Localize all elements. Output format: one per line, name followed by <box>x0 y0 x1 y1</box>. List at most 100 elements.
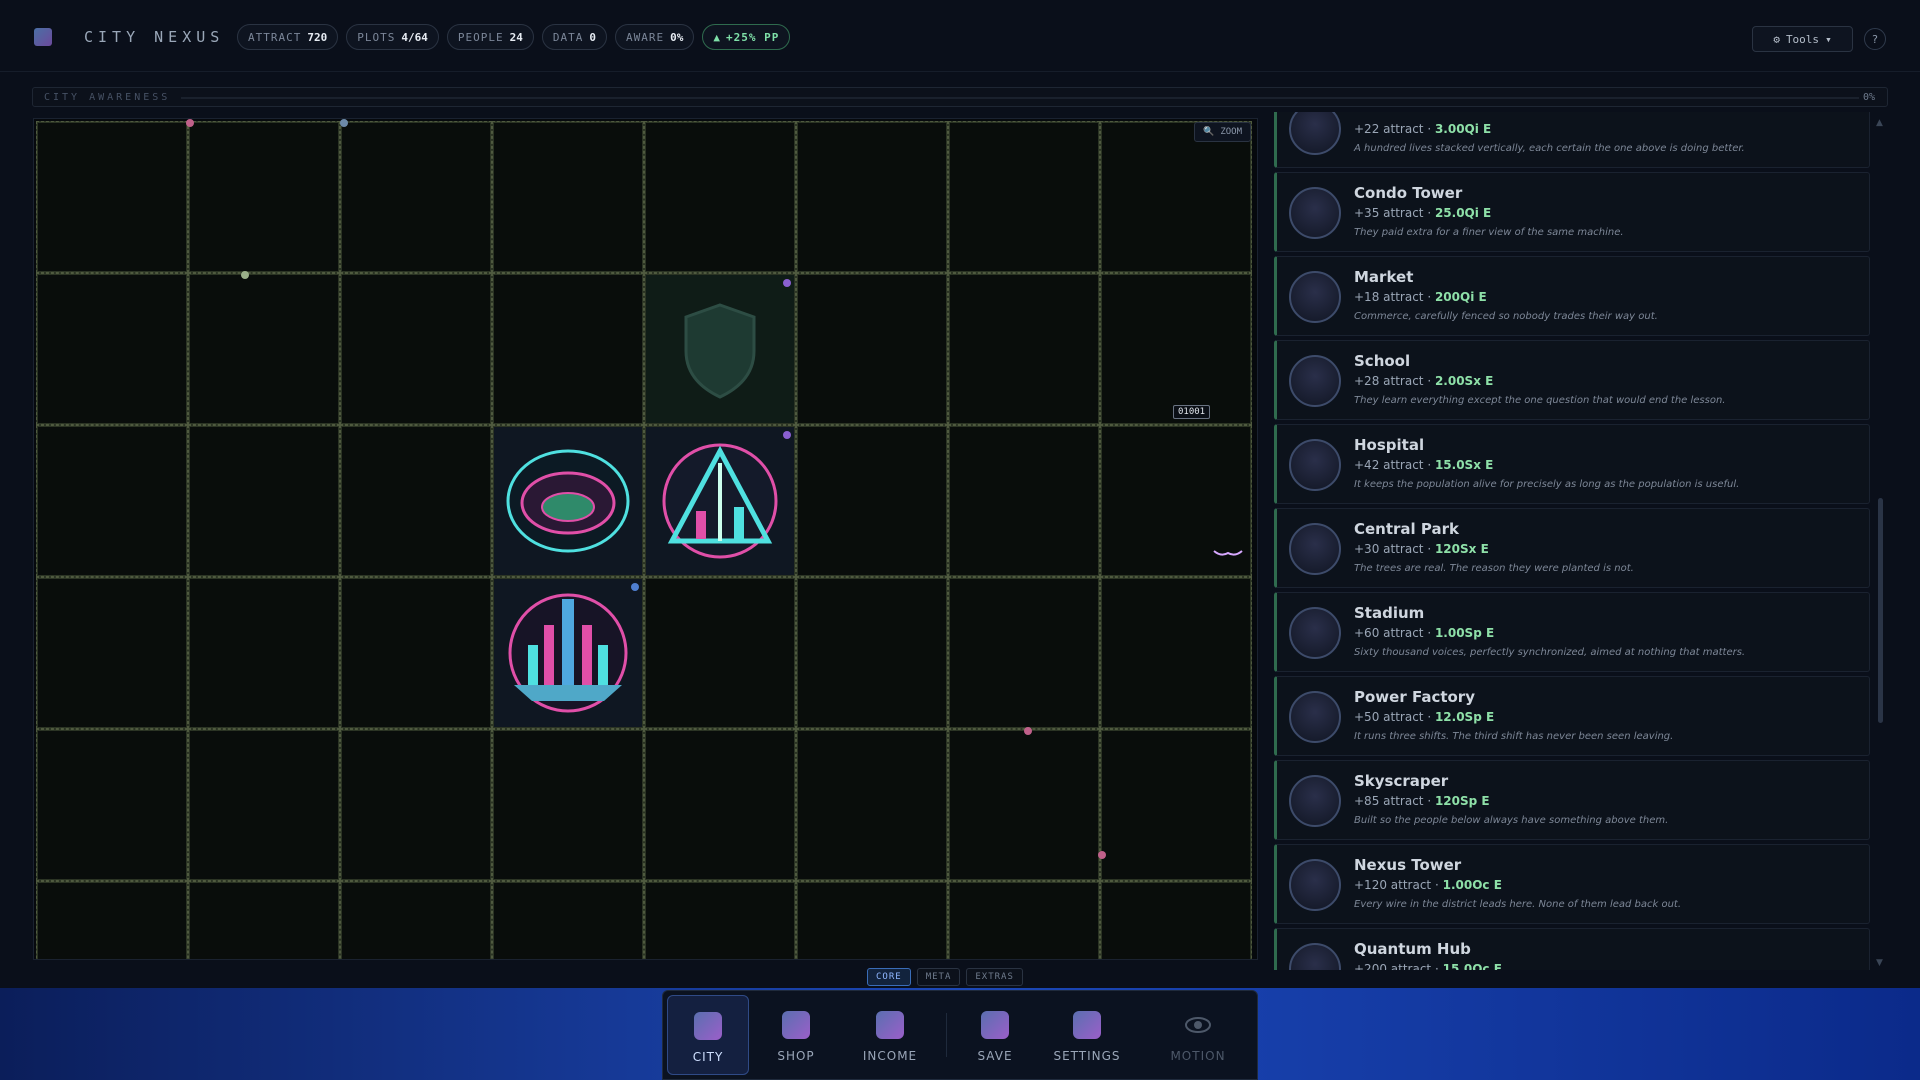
grid-plot[interactable] <box>36 425 188 577</box>
building-thumbnail-icon <box>1289 439 1341 491</box>
grid-plot[interactable] <box>36 577 188 729</box>
tools-dropdown[interactable]: ⚙ Tools ▾ <box>1752 26 1853 52</box>
grid-plot[interactable] <box>36 881 188 959</box>
grid-plot-locked[interactable] <box>644 273 796 425</box>
city-icon <box>694 1012 722 1040</box>
grid-plot[interactable] <box>188 729 340 881</box>
awareness-percent: 0% <box>1862 92 1875 103</box>
help-button[interactable]: ? <box>1864 28 1886 50</box>
shop-item[interactable]: Skyscraper +85 attract · 120Sp E Built so … <box>1274 760 1870 840</box>
grid-plot[interactable] <box>948 729 1100 881</box>
top-bar: CITY NEXUS ATTRACT 720 PLOTS 4/64 PEOPLE 24… <box>0 0 1920 72</box>
grid-plot[interactable] <box>948 881 1100 959</box>
scroll-up-icon[interactable]: ▲ <box>1876 118 1883 128</box>
city-grid-viewport[interactable]: 🔍 ZOOM 01001 <box>33 118 1258 960</box>
tab-extras[interactable]: EXTRAS <box>966 968 1023 986</box>
grid-plot[interactable] <box>644 121 796 273</box>
nav-shop[interactable]: SHOP <box>755 995 837 1075</box>
shop-item[interactable]: Market +18 attract · 200Qi E Commerce, car… <box>1274 256 1870 336</box>
scroll-thumb[interactable] <box>1878 498 1883 723</box>
grid-plot-stadium[interactable] <box>492 425 644 577</box>
shop-item-description: A hundred lives stacked vertically, each… <box>1354 143 1745 154</box>
scroll-down-icon[interactable]: ▼ <box>1876 958 1883 968</box>
grid-plot[interactable] <box>492 729 644 881</box>
nav-income[interactable]: INCOME <box>849 995 931 1075</box>
shop-item[interactable]: Quantum Hub +200 attract · 15.0Oc E <box>1274 928 1870 970</box>
grid-plot[interactable] <box>796 425 948 577</box>
grid-plot[interactable] <box>36 729 188 881</box>
grid-plot[interactable] <box>948 577 1100 729</box>
grid-plot[interactable] <box>1100 273 1252 425</box>
grid-plot[interactable] <box>340 425 492 577</box>
tab-meta[interactable]: META <box>916 968 961 986</box>
city-spire-icon <box>508 593 628 713</box>
grid-plot-quantum-hub[interactable] <box>492 577 644 729</box>
grid-plot[interactable] <box>644 881 796 959</box>
nav-settings[interactable]: SETTINGS <box>1046 995 1128 1075</box>
grid-plot[interactable] <box>948 273 1100 425</box>
grid-plot[interactable] <box>1100 121 1252 273</box>
nav-city[interactable]: CITY <box>667 995 749 1075</box>
shop-item[interactable]: Stadium +60 attract · 1.00Sp E Sixty thous… <box>1274 592 1870 672</box>
grid-plot[interactable] <box>340 881 492 959</box>
building-thumbnail-icon <box>1289 691 1341 743</box>
shop-item[interactable]: +22 attract · 3.00Qi E A hundred lives st… <box>1274 112 1870 168</box>
grid-plot[interactable] <box>188 425 340 577</box>
shop-item-price: 2.00Sx E <box>1434 374 1494 388</box>
nav-save[interactable]: SAVE <box>954 995 1036 1075</box>
grid-plot[interactable] <box>796 577 948 729</box>
shop-item[interactable]: Central Park +30 attract · 120Sx E The tre… <box>1274 508 1870 588</box>
stat-plots: PLOTS 4/64 <box>346 24 439 50</box>
grid-plot[interactable] <box>1100 881 1252 959</box>
building-thumbnail-icon <box>1289 775 1341 827</box>
building-thumbnail-icon <box>1289 523 1341 575</box>
grid-plot[interactable] <box>340 273 492 425</box>
grid-plot[interactable] <box>340 577 492 729</box>
grid-plot[interactable] <box>188 881 340 959</box>
grid-plot[interactable] <box>36 273 188 425</box>
grid-plot[interactable] <box>188 121 340 273</box>
shop-item-meta: +120 attract · 1.00Oc E <box>1354 878 1502 892</box>
grid-plot-nexus-tower[interactable] <box>644 425 796 577</box>
shop-scrollbar[interactable]: ▲ ▼ <box>1875 118 1885 968</box>
grid-plot[interactable] <box>948 121 1100 273</box>
shop-item[interactable]: Condo Tower +35 attract · 25.0Qi E They pa… <box>1274 172 1870 252</box>
grid-plot[interactable] <box>188 577 340 729</box>
tab-core[interactable]: CORE <box>867 968 911 986</box>
grid-plot[interactable] <box>796 121 948 273</box>
grid-plot[interactable] <box>492 881 644 959</box>
shop-item-price: 25.0Qi E <box>1434 206 1492 220</box>
zoom-button[interactable]: 🔍 ZOOM <box>1194 122 1251 142</box>
shop-item[interactable]: Power Factory +50 attract · 12.0Sp E It ru… <box>1274 676 1870 756</box>
pp-bonus-badge[interactable]: ▲ +25% PP <box>702 24 791 50</box>
grid-plot[interactable] <box>492 273 644 425</box>
drone-icon[interactable] <box>1213 547 1243 559</box>
data-packet-label[interactable]: 01001 <box>1173 405 1211 419</box>
shop-item[interactable]: Hospital +42 attract · 15.0Sx E It keeps t… <box>1274 424 1870 504</box>
shop-item-description: Every wire in the district leads here. N… <box>1354 899 1682 910</box>
traffic-dot <box>783 431 791 439</box>
grid-plot[interactable] <box>796 273 948 425</box>
app-title: CITY NEXUS <box>84 28 225 46</box>
grid-plot[interactable] <box>644 577 796 729</box>
building-shop-list[interactable]: +22 attract · 3.00Qi E A hundred lives st… <box>1272 112 1872 970</box>
grid-plot[interactable] <box>492 121 644 273</box>
grid-plot[interactable] <box>1100 729 1252 881</box>
grid-plot[interactable] <box>340 729 492 881</box>
grid-plot[interactable] <box>188 273 340 425</box>
grid-plot[interactable] <box>36 121 188 273</box>
awareness-track <box>181 97 1859 99</box>
grid-plot[interactable] <box>796 729 948 881</box>
grid-plot[interactable] <box>644 729 796 881</box>
grid-plot[interactable] <box>948 425 1100 577</box>
grid-plot[interactable] <box>796 881 948 959</box>
nav-motion[interactable]: MOTION <box>1157 995 1239 1075</box>
shop-icon <box>782 1011 810 1039</box>
gear-icon: ⚙ <box>1773 32 1780 46</box>
grid-plot[interactable] <box>1100 577 1252 729</box>
grid-plot[interactable] <box>340 121 492 273</box>
shop-item[interactable]: School +28 attract · 2.00Sx E They learn e… <box>1274 340 1870 420</box>
stat-people: PEOPLE 24 <box>446 24 534 50</box>
traffic-dot <box>340 119 348 127</box>
shop-item[interactable]: Nexus Tower +120 attract · 1.00Oc E Every … <box>1274 844 1870 924</box>
